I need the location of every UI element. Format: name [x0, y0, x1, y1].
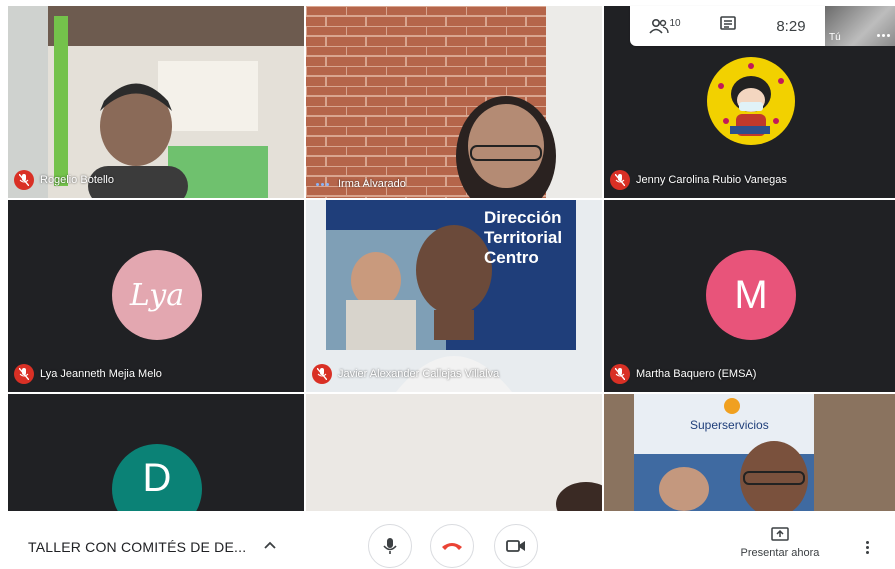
- participant-tile-camera[interactable]: [306, 394, 602, 511]
- participant-name-row: Lya Jeanneth Mejia Melo: [14, 364, 162, 384]
- participant-tile-superservicios[interactable]: Superservicios: [604, 394, 895, 511]
- banner-text: Superservicios: [690, 418, 769, 432]
- more-options-button[interactable]: [866, 541, 869, 554]
- hangup-button[interactable]: [430, 524, 474, 568]
- avatar-martha: M: [706, 250, 796, 340]
- avatar-letter: M: [734, 272, 768, 317]
- participant-tile-rogelio[interactable]: Rogelio Botello: [8, 6, 304, 198]
- self-label: Tú: [829, 32, 841, 43]
- mic-off-icon: [610, 364, 630, 384]
- people-icon: [649, 18, 670, 34]
- speaking-indicator-icon: [312, 182, 332, 186]
- avatar-text: Lya: [129, 277, 185, 313]
- camera-icon: [506, 540, 525, 552]
- participant-name: Jenny Carolina Rubio Vanegas: [636, 174, 787, 186]
- participant-tile-javier[interactable]: Dirección Territorial Centro Javier Alex…: [306, 200, 602, 392]
- avatar-lya: Lya: [112, 250, 202, 340]
- avatar-d: D: [112, 444, 202, 511]
- camera-button[interactable]: [494, 524, 538, 568]
- participant-tile-martha[interactable]: M Martha Baquero (EMSA): [604, 200, 895, 392]
- avatar-mafalda-image: [707, 57, 795, 145]
- avatar-letter: D: [142, 455, 172, 500]
- brick-wall-scene: [306, 6, 602, 198]
- meeting-status-chip: 10 8:29: [630, 6, 825, 46]
- participant-name: Javier Alexander Callejas Villalva: [338, 368, 500, 380]
- present-label: Presentar ahora: [740, 547, 820, 559]
- meeting-title[interactable]: TALLER CON COMITÉS DE DE...: [28, 539, 246, 555]
- participant-name-row: Javier Alexander Callejas Villalva: [312, 364, 499, 384]
- present-screen-icon: [771, 527, 789, 541]
- self-view-tile[interactable]: Tú: [825, 6, 895, 46]
- bottom-toolbar: TALLER CON COMITÉS DE DE... Presentar ah…: [0, 511, 895, 569]
- video-grid: Rogelio Botello Irma Alvarado Jenny Caro…: [0, 0, 895, 511]
- participant-name: Rogelio Botello: [40, 174, 114, 186]
- phone-hangup-icon: [442, 543, 462, 550]
- mic-off-icon: [610, 170, 630, 190]
- present-now-button[interactable]: Presentar ahora: [730, 527, 830, 559]
- clock: 8:29: [776, 17, 806, 35]
- more-dots-icon: [877, 34, 890, 37]
- participant-name-row: Martha Baquero (EMSA): [610, 364, 756, 384]
- participants-button[interactable]: 10: [649, 18, 681, 34]
- participant-tile-d[interactable]: D: [8, 394, 304, 511]
- microphone-icon: [383, 538, 397, 554]
- mic-off-icon: [14, 170, 34, 190]
- mic-off-icon: [312, 364, 332, 384]
- participant-name: Martha Baquero (EMSA): [636, 368, 757, 380]
- chevron-up-icon[interactable]: [264, 538, 276, 552]
- chat-icon: [720, 16, 737, 30]
- participant-name-row: Rogelio Botello: [14, 170, 114, 190]
- participant-name-row: Jenny Carolina Rubio Vanegas: [610, 170, 787, 190]
- participant-tile-irma[interactable]: Irma Alvarado: [306, 6, 602, 198]
- microphone-button[interactable]: [368, 524, 412, 568]
- office-banner-scene: [604, 394, 895, 511]
- more-vertical-icon: [866, 541, 869, 544]
- wall-scene: [306, 394, 602, 511]
- participant-name: Lya Jeanneth Mejia Melo: [40, 368, 162, 380]
- participants-count: 10: [669, 18, 681, 29]
- participant-tile-lya[interactable]: Lya Lya Jeanneth Mejia Melo: [8, 200, 304, 392]
- mic-off-icon: [14, 364, 34, 384]
- participant-name: Irma Alvarado: [338, 178, 406, 190]
- banner-text: Dirección Territorial Centro: [484, 208, 563, 267]
- chat-button[interactable]: [719, 15, 737, 37]
- participant-name-row: Irma Alvarado: [312, 178, 406, 190]
